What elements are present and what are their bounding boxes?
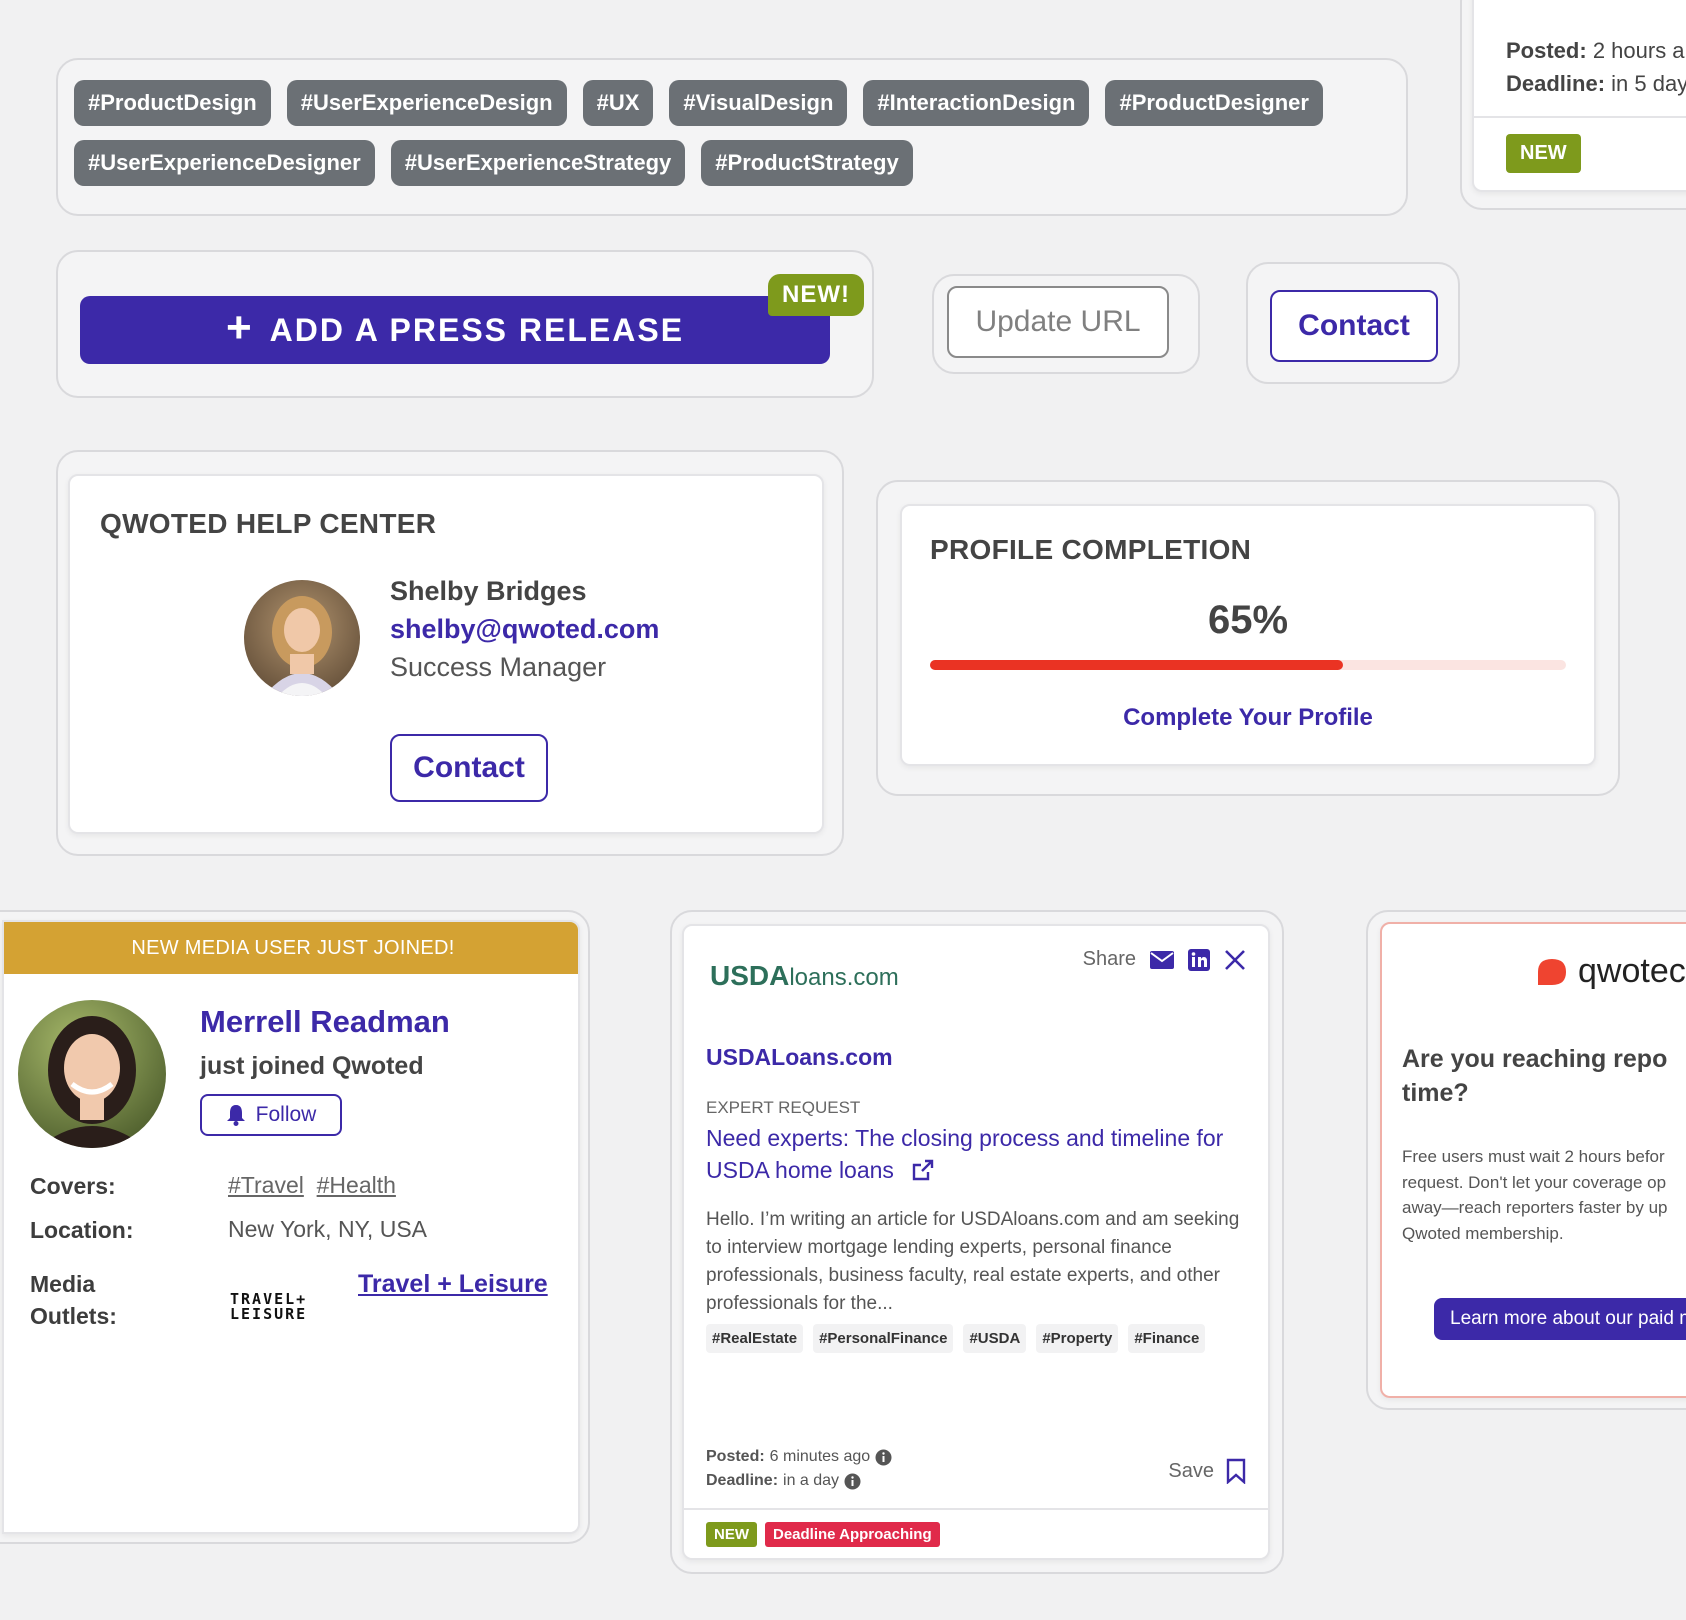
request-card-partial: Posted: 2 hours a Deadline: in 5 day NEW: [1472, 0, 1686, 192]
covers-tag[interactable]: #Travel: [228, 1172, 304, 1198]
request-card-partial-frame: Posted: 2 hours a Deadline: in 5 day NEW: [1460, 0, 1686, 210]
bell-icon: [226, 1104, 246, 1126]
hashtag-chip[interactable]: #ProductDesigner: [1105, 80, 1323, 126]
new-user-banner: NEW MEDIA USER JUST JOINED!: [4, 922, 578, 974]
request-category: EXPERT REQUEST: [706, 1098, 861, 1117]
follow-button[interactable]: Follow: [200, 1094, 342, 1136]
media-user-frame: NEW MEDIA USER JUST JOINED! Merrell Read…: [0, 910, 590, 1544]
covers-label: Covers:: [30, 1173, 116, 1199]
outlets-label: Media Outlets:: [30, 1271, 117, 1330]
contact-button[interactable]: Contact: [1270, 290, 1438, 362]
add-press-release-button[interactable]: + ADD A PRESS RELEASE: [80, 296, 830, 364]
contact-role: Success Manager: [390, 652, 607, 682]
travel-leisure-logo: TRAVEL+ LEISURE: [230, 1290, 308, 1323]
media-user-subtitle: just joined Qwoted: [200, 1052, 424, 1080]
bookmark-icon: [1226, 1458, 1246, 1484]
request-tag[interactable]: #Finance: [1128, 1324, 1206, 1353]
request-tag[interactable]: #USDA: [963, 1324, 1027, 1353]
membership-ad-card: qwotec Are you reaching repo time? Free …: [1380, 922, 1686, 1398]
hashtag-chip[interactable]: #InteractionDesign: [863, 80, 1090, 126]
share-row: Share: [1083, 948, 1246, 971]
expert-request-frame: USDAloans.com Share USDALoans.com EXPERT…: [670, 910, 1284, 1574]
profile-completion-card: PROFILE COMPLETION 65% Complete Your Pro…: [900, 504, 1596, 766]
request-tag[interactable]: #RealEstate: [706, 1324, 804, 1353]
membership-ad-frame: qwotec Are you reaching repo time? Free …: [1366, 910, 1686, 1410]
new-flag-badge: NEW!: [768, 274, 864, 316]
learn-more-button[interactable]: Learn more about our paid m: [1434, 1298, 1686, 1340]
contact-email[interactable]: shelby@qwoted.com: [390, 614, 659, 645]
location-label: Location:: [30, 1217, 134, 1243]
hashtag-chip[interactable]: #ProductDesign: [74, 80, 271, 126]
qwoted-logo-icon: [1534, 957, 1570, 987]
linkedin-icon[interactable]: [1188, 948, 1210, 971]
plus-icon: +: [225, 303, 254, 352]
request-posted: Posted: 6 minutes ago: [706, 1448, 892, 1466]
hashtag-chip[interactable]: #UX: [582, 80, 654, 126]
new-badge: NEW: [706, 1522, 757, 1547]
hashtag-chip[interactable]: #UserExperienceDesigner: [74, 140, 375, 186]
help-center-frame: QWOTED HELP CENTER Shelby Bridges shelby…: [56, 450, 844, 856]
profile-completion-frame: PROFILE COMPLETION 65% Complete Your Pro…: [876, 480, 1620, 796]
help-center-title: QWOTED HELP CENTER: [100, 508, 437, 539]
help-center-card: QWOTED HELP CENTER Shelby Bridges shelby…: [68, 474, 824, 834]
request-deadline: Deadline: in a day: [706, 1472, 861, 1490]
info-icon[interactable]: [844, 1473, 861, 1490]
hashtag-chip[interactable]: #UserExperienceDesign: [286, 80, 567, 126]
hashtag-chip[interactable]: #ProductStrategy: [701, 140, 913, 186]
request-badges: NEW Deadline Approaching: [706, 1522, 940, 1547]
progress-fill: [930, 660, 1344, 670]
merrell-avatar: [18, 1000, 166, 1148]
info-icon[interactable]: [875, 1449, 892, 1466]
posted-line: Posted: 2 hours a: [1506, 38, 1685, 63]
completion-percent: 65%: [1207, 598, 1289, 642]
help-center-contact-button[interactable]: Contact: [390, 734, 548, 802]
request-tags: #RealEstate #PersonalFinance #USDA #Propert…: [706, 1324, 1206, 1353]
location-value: New York, NY, USA: [228, 1216, 428, 1242]
request-company[interactable]: USDALoans.com: [706, 1044, 893, 1071]
hashtag-list: #ProductDesign #UserExperienceDesign #UX #V…: [74, 80, 1394, 186]
update-url-panel: Update URL: [932, 274, 1200, 374]
press-release-panel: + ADD A PRESS RELEASE NEW!: [56, 250, 874, 398]
qwoted-logo: qwotec: [1534, 952, 1686, 991]
request-headline[interactable]: Need experts: The closing process and ti…: [706, 1122, 1236, 1186]
external-link-icon[interactable]: [912, 1159, 934, 1181]
media-user-name[interactable]: Merrell Readman: [200, 1004, 450, 1040]
complete-profile-link[interactable]: Complete Your Profile: [902, 704, 1594, 732]
request-tag[interactable]: #PersonalFinance: [813, 1324, 954, 1353]
new-badge: NEW: [1506, 134, 1581, 173]
progress-track: [930, 660, 1566, 670]
hashtag-chip[interactable]: #VisualDesign: [669, 80, 848, 126]
covers-list: #Travel #Health: [228, 1172, 396, 1199]
hashtags-panel: #ProductDesign #UserExperienceDesign #UX #V…: [56, 58, 1408, 216]
profile-completion-title: PROFILE COMPLETION: [930, 534, 1252, 565]
contact-panel: Contact: [1246, 262, 1460, 384]
ad-body: Free users must wait 2 hours befor reque…: [1402, 1147, 1668, 1243]
request-body: Hello. I’m writing an article for USDAlo…: [706, 1209, 1240, 1315]
update-url-button[interactable]: Update URL: [947, 286, 1169, 358]
email-icon[interactable]: [1150, 950, 1174, 969]
deadline-approaching-badge: Deadline Approaching: [765, 1522, 940, 1547]
x-twitter-icon[interactable]: [1224, 949, 1246, 971]
deadline-line: Deadline: in 5 day: [1506, 71, 1686, 96]
shelby-avatar: [244, 580, 360, 696]
hashtag-chip[interactable]: #UserExperienceStrategy: [390, 140, 686, 186]
expert-request-card: USDAloans.com Share USDALoans.com EXPERT…: [682, 924, 1270, 1560]
usda-logo: USDAloans.com: [710, 960, 899, 991]
contact-name: Shelby Bridges: [390, 576, 587, 606]
outlet-link[interactable]: Travel + Leisure: [358, 1270, 548, 1299]
media-user-card: NEW MEDIA USER JUST JOINED! Merrell Read…: [2, 920, 580, 1534]
share-label: Share: [1082, 948, 1136, 970]
ad-heading: Are you reaching repo time?: [1402, 1045, 1668, 1107]
save-button[interactable]: Save: [1168, 1458, 1246, 1484]
covers-tag[interactable]: #Health: [317, 1172, 396, 1198]
request-tag[interactable]: #Property: [1036, 1324, 1119, 1353]
